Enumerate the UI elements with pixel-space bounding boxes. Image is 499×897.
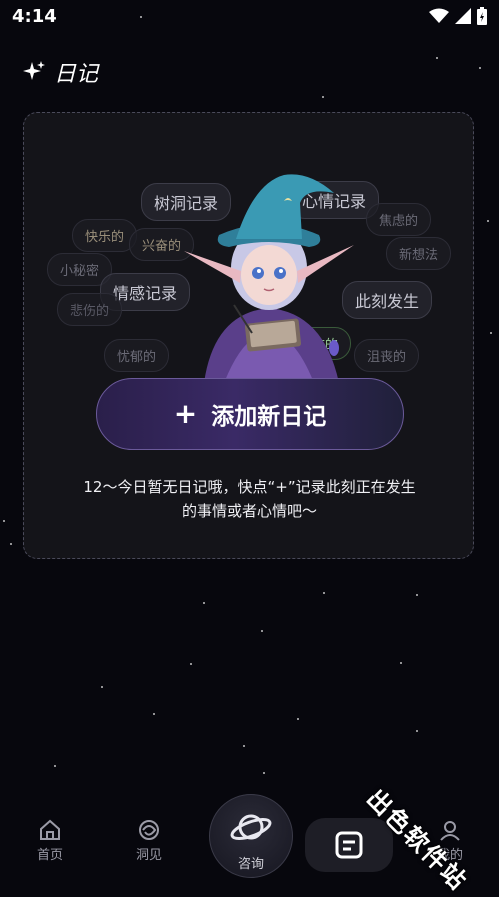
sparkle-icon [23,61,45,80]
status-time: 4:14 [12,6,57,27]
tag-bubble: 忧郁的 [104,339,170,372]
tab-diary[interactable] [305,818,393,872]
page-title: 日记 [54,62,99,87]
empty-message-line: 12～今日暂无日记哦，快点“+”记录此刻正在发生 [83,478,416,496]
cellular-signal-icon [455,8,471,24]
tag-bubble: 焦虑的 [366,203,432,236]
wifi-icon [429,8,449,23]
add-new-diary-label: 添加新日记 [211,403,327,430]
tag-bubble: 新想法 [386,237,452,270]
tag-bubble: 快乐的 [72,219,138,252]
home-icon [40,819,60,840]
status-bar: 4:14 [0,0,499,34]
empty-message-line: 的事情或者心情吧～ [181,502,317,520]
tab-home-label: 首页 [36,848,63,863]
diary-empty-card: 树洞记录 心情记录 焦虑的 快乐的 兴奋的 新想法 小秘密 情感记录 此刻发生 … [23,112,474,559]
diary-icon [335,831,363,859]
tag-bubble: 悲伤的 [57,293,123,326]
page-header: 日记 [22,56,98,88]
tab-insight[interactable]: 洞见 [119,818,179,863]
plus-icon: + [173,397,198,430]
tab-consult[interactable]: 咨询 [209,794,293,878]
swirl-icon [139,820,159,840]
tab-insight-label: 洞见 [135,848,162,863]
planet-chat-icon [230,814,272,840]
status-icons [429,7,487,25]
empty-state-message: 12～今日暂无日记哦，快点“+”记录此刻正在发生 的事情或者心情吧～ [44,475,455,523]
tab-consult-label: 咨询 [237,857,264,872]
tab-home[interactable]: 首页 [20,818,80,863]
add-new-diary-button[interactable]: + 添加新日记 [96,378,404,450]
elf-wizard-illustration [184,174,354,383]
battery-icon [477,7,487,25]
